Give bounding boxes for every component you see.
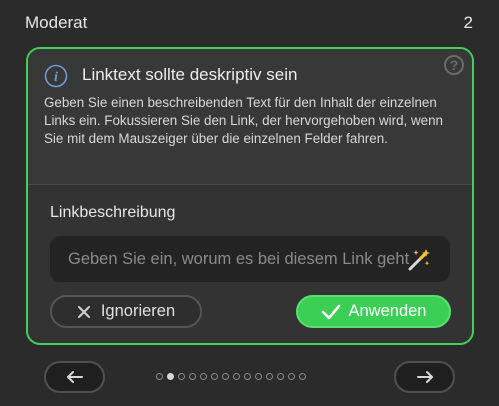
arrow-right-icon xyxy=(416,371,433,383)
next-issue-button[interactable] xyxy=(394,361,455,393)
pagination-dot[interactable] xyxy=(200,373,207,380)
apply-button-label: Anwenden xyxy=(348,302,427,320)
checkmark-icon xyxy=(321,304,340,319)
close-icon xyxy=(77,305,90,318)
pagination-dot[interactable] xyxy=(277,373,284,380)
accessibility-issue-panel: Moderat 2 ? i Linktext sollte deskriptiv… xyxy=(0,0,499,406)
pagination-dot[interactable] xyxy=(156,373,163,380)
help-icon[interactable]: ? xyxy=(444,55,464,75)
pagination-dot[interactable] xyxy=(189,373,196,380)
divider xyxy=(28,184,472,185)
issue-count: 2 xyxy=(463,13,473,32)
pagination-dots xyxy=(156,373,306,380)
link-description-input[interactable] xyxy=(50,236,450,282)
ignore-button-label: Ignorieren xyxy=(100,302,176,320)
info-icon: i xyxy=(44,64,68,88)
issue-title: Linktext sollte deskriptiv sein xyxy=(82,65,298,84)
pagination-dot[interactable] xyxy=(167,373,174,380)
severity-label: Moderat xyxy=(25,13,88,32)
pagination-dot[interactable] xyxy=(178,373,185,380)
arrow-left-icon xyxy=(66,371,83,383)
svg-text:i: i xyxy=(54,70,58,85)
pagination-dot[interactable] xyxy=(288,373,295,380)
issue-header: Moderat 2 xyxy=(25,11,473,35)
issue-card: ? i Linktext sollte deskriptiv sein Gebe… xyxy=(26,47,474,345)
pagination-dot[interactable] xyxy=(233,373,240,380)
pagination-dot[interactable] xyxy=(255,373,262,380)
pagination-dot[interactable] xyxy=(299,373,306,380)
previous-issue-button[interactable] xyxy=(44,361,105,393)
apply-button[interactable]: Anwenden xyxy=(296,295,451,328)
issue-description: Geben Sie einen beschreibenden Text für … xyxy=(44,95,443,146)
magic-wand-icon[interactable] xyxy=(406,247,432,273)
pagination-dot[interactable] xyxy=(222,373,229,380)
pagination-dot[interactable] xyxy=(211,373,218,380)
pagination-dot[interactable] xyxy=(266,373,273,380)
ignore-button[interactable]: Ignorieren xyxy=(50,295,202,328)
link-description-label: Linkbeschreibung xyxy=(50,204,176,221)
pagination-dot[interactable] xyxy=(244,373,251,380)
